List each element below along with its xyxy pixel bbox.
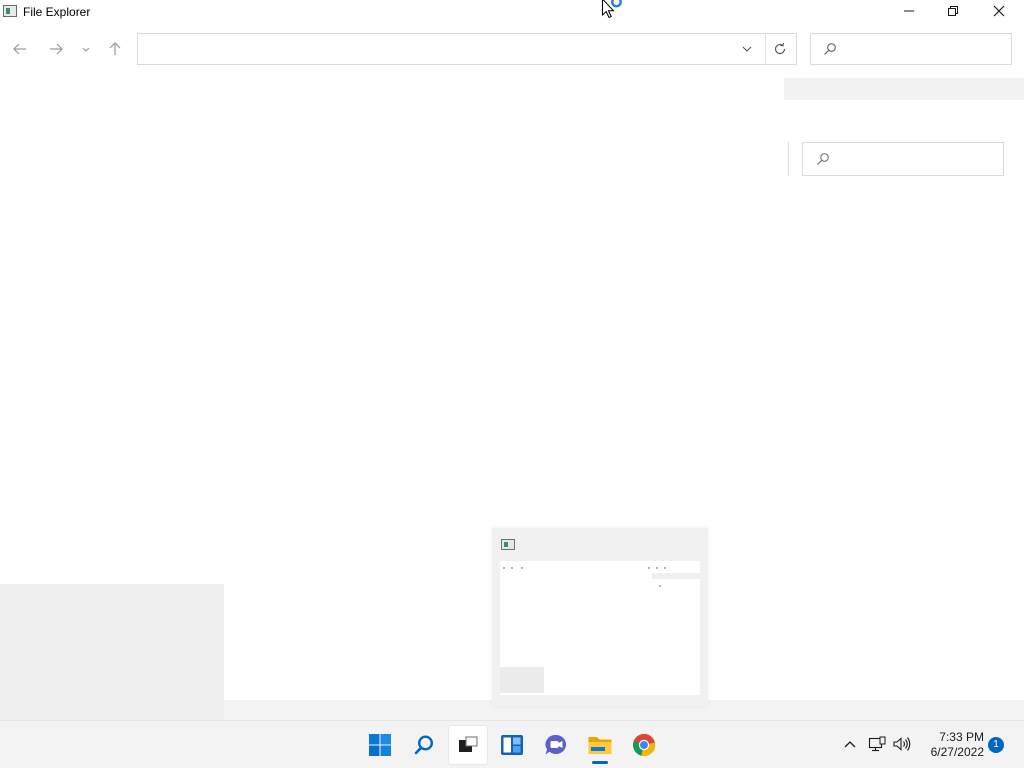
close-button[interactable] xyxy=(976,0,1022,22)
start-button[interactable] xyxy=(360,725,400,765)
recent-locations-button[interactable] xyxy=(76,38,96,60)
title-bar: File Explorer xyxy=(0,0,1024,24)
network-button[interactable] xyxy=(866,733,888,755)
back-button[interactable] xyxy=(9,38,31,60)
thumbnail-dot xyxy=(664,567,666,569)
folder-icon xyxy=(588,737,612,754)
ghost-search-box[interactable] xyxy=(802,142,1004,176)
running-indicator xyxy=(592,761,608,764)
thumbnail-dot xyxy=(503,567,505,569)
thumbnail-dot xyxy=(511,567,513,569)
minimize-button[interactable] xyxy=(886,0,932,22)
show-hidden-icons-button[interactable] xyxy=(839,733,861,755)
desktop: File Explorer 7:33 PM 6/27/2022 1 xyxy=(0,0,1024,768)
thumbnail-dot xyxy=(648,567,650,569)
chrome-icon xyxy=(633,733,656,756)
arrow-up-icon xyxy=(109,42,121,55)
restore-icon xyxy=(948,6,958,16)
volume-icon xyxy=(893,737,911,751)
refresh-icon xyxy=(774,42,786,55)
search-box[interactable] xyxy=(810,33,1012,65)
clock[interactable]: 7:33 PM 6/27/2022 xyxy=(918,730,984,760)
window-title: File Explorer xyxy=(23,5,91,19)
minimize-icon xyxy=(904,10,914,12)
clock-time: 7:33 PM xyxy=(939,730,984,744)
thumbnail-toolbar-strip xyxy=(652,573,700,579)
chevron-down-icon xyxy=(82,47,90,52)
taskbar: 7:33 PM 6/27/2022 1 xyxy=(0,720,1024,768)
file-explorer-app-icon xyxy=(501,539,515,550)
thumbnail-dot xyxy=(659,585,661,587)
search-icon xyxy=(414,735,434,755)
address-input[interactable] xyxy=(146,40,720,60)
thumbnail-window-content xyxy=(500,561,700,695)
file-explorer-taskbar-button[interactable] xyxy=(580,725,620,765)
address-bar[interactable] xyxy=(137,33,797,65)
volume-button[interactable] xyxy=(891,733,913,755)
forward-button[interactable] xyxy=(45,38,67,60)
chevron-up-icon xyxy=(844,741,856,748)
windows-start-icon xyxy=(369,734,391,756)
taskbar-search-button[interactable] xyxy=(404,725,444,765)
teams-chat-icon xyxy=(545,734,567,755)
notification-badge[interactable]: 1 xyxy=(988,737,1004,753)
address-dropdown-button[interactable] xyxy=(738,42,756,56)
ghost-divider xyxy=(788,142,789,176)
chevron-down-icon xyxy=(742,46,752,52)
search-icon xyxy=(824,43,836,55)
maximize-button[interactable] xyxy=(930,0,976,22)
search-input[interactable] xyxy=(843,41,1007,59)
widgets-icon xyxy=(501,735,523,755)
search-icon xyxy=(817,153,829,165)
window-thumbnail-preview[interactable] xyxy=(492,528,708,706)
arrow-left-icon xyxy=(13,43,26,55)
widgets-button[interactable] xyxy=(492,725,532,765)
close-icon xyxy=(993,5,1005,17)
network-icon xyxy=(868,736,886,752)
clock-date: 6/27/2022 xyxy=(930,745,984,759)
thumbnail-nav-pane xyxy=(500,667,544,693)
thumbnail-dot xyxy=(521,567,523,569)
ghost-toolbar-strip xyxy=(784,78,1024,100)
up-button[interactable] xyxy=(104,38,126,60)
busy-cursor-icon xyxy=(602,0,622,19)
address-divider xyxy=(765,34,766,64)
task-view-button[interactable] xyxy=(448,725,488,765)
chrome-button[interactable] xyxy=(624,725,664,765)
arrow-right-icon xyxy=(50,43,63,55)
refresh-button[interactable] xyxy=(770,40,790,58)
task-view-icon xyxy=(459,736,478,752)
file-explorer-app-icon xyxy=(3,5,17,17)
thumbnail-dot xyxy=(656,567,658,569)
chat-button[interactable] xyxy=(536,725,576,765)
ghost-navigation-pane xyxy=(0,584,224,720)
